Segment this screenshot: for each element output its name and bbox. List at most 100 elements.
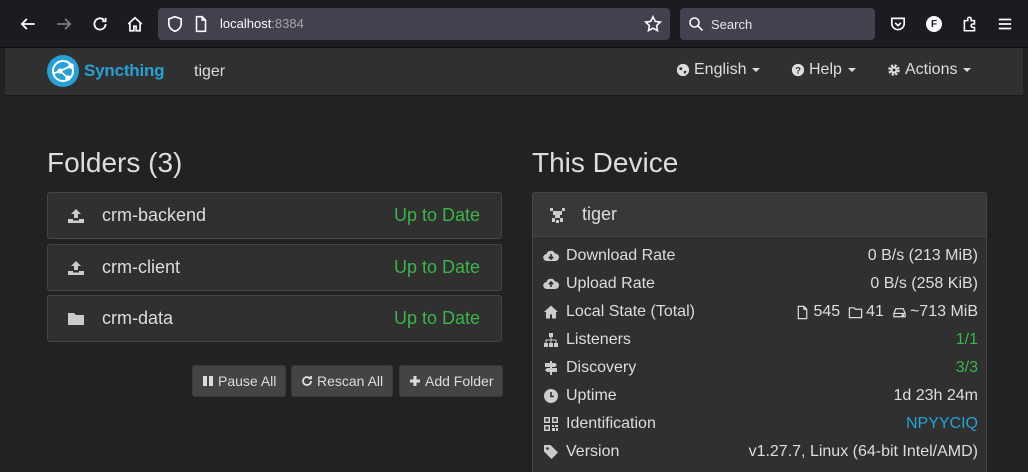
back-button[interactable] [13,9,43,39]
actions-menu[interactable]: Actions [887,61,972,79]
upload-rate-label: Upload Rate [566,275,655,292]
folder-status: Up to Date [393,257,480,277]
cloud-upload-icon [543,278,559,290]
listeners-label: Listeners [566,331,631,348]
forward-button[interactable] [49,9,79,39]
identification-label: Identification [566,415,656,432]
pause-icon [203,376,213,386]
local-state-label: Local State (Total) [566,303,695,320]
folder-icon [68,313,84,325]
home-icon [127,16,143,32]
refresh-icon [302,376,312,386]
device-name: tiger [582,204,618,224]
search-bar[interactable]: Search [680,8,875,40]
puzzle-icon [963,16,976,32]
gear-icon [888,64,900,76]
app-navbar: Syncthing tiger English ? Help Actions [5,48,1023,96]
account-avatar: F [926,16,942,32]
folder-panel-crm-data[interactable]: crm-data Up to Date [47,295,502,342]
url-bar[interactable]: localhost:8384 [158,8,670,40]
pause-all-label: Pause All [218,373,277,389]
url-port: :8384 [271,16,304,31]
qrcode-icon [544,417,558,431]
pocket-button[interactable] [883,9,913,39]
language-label: English [694,61,747,78]
search-placeholder: Search [711,17,753,32]
local-size: ~713 MiB [909,303,978,320]
chevron-down-icon [963,68,972,72]
hamburger-menu-icon [998,18,1012,30]
download-rate-value: 0 B/s (213 MiB) [867,247,978,264]
pocket-icon [890,17,906,31]
identification-link[interactable]: NPYYCIQ [906,415,978,433]
chevron-down-icon [847,68,856,72]
cloud-download-icon [543,250,559,262]
listeners-row: Listeners 1/1 [533,326,986,354]
home-button[interactable] [120,9,150,39]
url-host: localhost [220,16,272,31]
bookmark-star-icon[interactable] [644,15,662,33]
upload-icon [68,209,84,223]
folder-status: Up to Date [393,308,480,328]
download-rate-label: Download Rate [566,247,676,264]
brand-name: Syncthing [84,61,165,80]
uptime-label: Uptime [566,387,617,404]
folder-icon [848,306,863,318]
local-state-row: Local State (Total) 545 41 ~713 MiB [533,298,986,326]
help-label: Help [809,61,842,78]
device-panel-header[interactable]: tiger [533,193,986,237]
folders-heading: Folders (3) [47,147,183,178]
rescan-all-button[interactable]: Rescan All [291,365,394,397]
search-icon [689,17,704,32]
account-button[interactable]: F [919,9,949,39]
this-device-heading: This Device [532,147,679,178]
svg-text:?: ? [795,66,801,77]
hdd-icon [893,307,906,317]
help-menu[interactable]: ? Help [791,61,856,79]
listeners-value[interactable]: 1/1 [956,331,978,349]
home-icon [544,305,558,319]
url-text[interactable]: localhost:8384 [220,16,304,31]
tag-icon [544,445,558,459]
folder-panel-crm-client[interactable]: crm-client Up to Date [47,244,502,291]
version-label: Version [566,443,620,460]
download-rate-row: Download Rate 0 B/s (213 MiB) [533,242,986,270]
brand-link[interactable]: Syncthing [47,55,165,87]
navbar-device-name: tiger [194,63,226,80]
upload-rate-value: 0 B/s (258 KiB) [870,275,978,292]
globe-icon [676,63,690,77]
folder-name: crm-backend [102,205,207,225]
folder-name: crm-client [102,257,181,277]
upload-rate-row: Upload Rate 0 B/s (258 KiB) [533,270,986,298]
discovery-row: Discovery 3/3 [533,354,986,382]
extensions-button[interactable] [955,9,985,39]
this-device-panel: tiger Download Rate 0 B/s (213 MiB) Uplo… [532,192,987,472]
discovery-label: Discovery [566,359,637,376]
plus-icon [410,376,420,386]
chevron-down-icon [752,68,761,72]
folder-panel-crm-backend[interactable]: crm-backend Up to Date [47,192,502,239]
folder-name: crm-data [102,308,174,328]
shield-icon[interactable] [166,15,184,33]
actions-label: Actions [905,61,958,78]
page-icon[interactable] [192,15,210,33]
back-arrow-icon [20,18,35,30]
local-files-count: 545 [813,303,841,320]
menu-button[interactable] [990,9,1020,39]
discovery-value[interactable]: 3/3 [956,359,978,377]
language-menu[interactable]: English [676,61,761,79]
sitemap-icon [544,333,558,347]
version-value: v1.27.7, Linux (64-bit Intel/AMD) [748,443,978,460]
add-folder-button[interactable]: Add Folder [399,365,504,397]
add-folder-label: Add Folder [425,373,494,389]
browser-toolbar: localhost:8384 Search F [0,0,1028,48]
folder-status: Up to Date [393,205,480,225]
pause-all-button[interactable]: Pause All [192,365,287,397]
uptime-row: Uptime 1d 23h 24m [533,382,986,410]
reload-button[interactable] [85,9,115,39]
rescan-all-label: Rescan All [317,373,384,389]
file-icon [798,305,808,319]
clock-icon [544,389,558,403]
version-row: Version v1.27.7, Linux (64-bit Intel/AMD… [533,438,986,466]
question-circle-icon: ? [791,63,805,77]
